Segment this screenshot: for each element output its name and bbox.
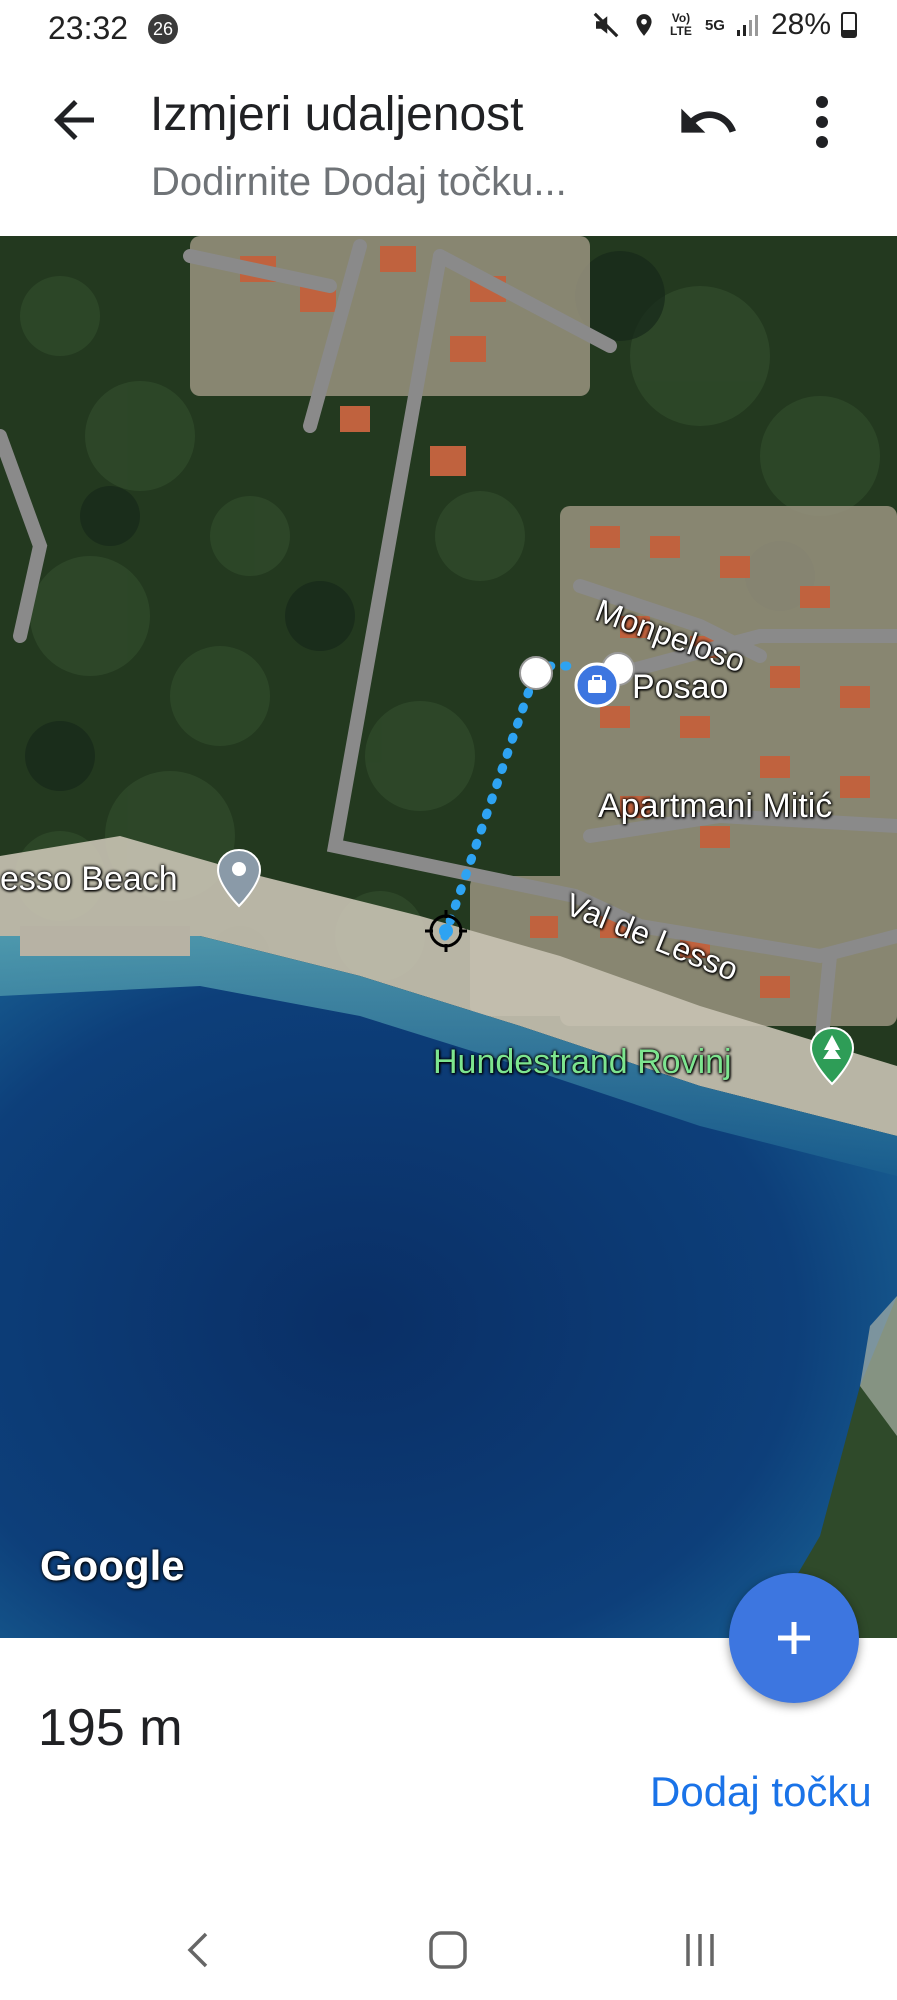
- status-bar: 23:32 26 Vo) LTE 5G 28%: [0, 0, 897, 60]
- map-label-posao[interactable]: Posao: [632, 668, 728, 707]
- waypoint-marker[interactable]: [517, 654, 555, 692]
- map-label-lesso-beach[interactable]: esso Beach: [0, 860, 178, 899]
- back-arrow-icon[interactable]: [44, 90, 104, 150]
- crosshair-start-icon[interactable]: [423, 908, 469, 954]
- park-pin-icon[interactable]: [809, 1026, 855, 1086]
- notification-count-badge: 26: [148, 14, 178, 44]
- satellite-map[interactable]: Monpeloso Posao Apartmani Mitić esso Bea…: [0, 236, 897, 1638]
- more-vert-icon[interactable]: [798, 90, 846, 154]
- 5g-icon: 5G: [704, 16, 725, 34]
- status-time: 23:32: [48, 10, 129, 46]
- add-point-button[interactable]: Dodaj točku: [650, 1768, 872, 1816]
- google-logo: Google: [40, 1542, 185, 1589]
- battery-icon: [841, 12, 857, 38]
- plus-icon: [778, 1622, 810, 1654]
- map-label-hundestrand[interactable]: Hundestrand Rovinj: [433, 1043, 732, 1082]
- signal-icon: [736, 15, 758, 36]
- battery-text: 28%: [770, 8, 831, 41]
- page-subtitle: Dodirnite Dodaj točku...: [151, 160, 567, 204]
- map-label-apartmani[interactable]: Apartmani Mitić: [598, 787, 832, 826]
- volte-icon: Vo) LTE: [670, 11, 692, 38]
- app-bar: Izmjeri udaljenost Dodirnite Dodaj točku…: [0, 60, 897, 236]
- system-nav-bar: [0, 1900, 897, 2000]
- nav-recents-icon[interactable]: [670, 1920, 730, 1980]
- distance-value: 195 m: [38, 1699, 183, 1757]
- page-title: Izmjeri udaljenost: [150, 88, 524, 141]
- work-pin-icon[interactable]: [574, 662, 620, 708]
- place-pin-icon[interactable]: [216, 848, 262, 908]
- mute-icon: [593, 12, 619, 38]
- add-point-fab[interactable]: [729, 1573, 859, 1703]
- status-icons: Vo) LTE 5G 28%: [591, 8, 857, 42]
- nav-back-icon[interactable]: [168, 1920, 228, 1980]
- location-icon: [636, 14, 652, 36]
- undo-icon[interactable]: [676, 90, 740, 154]
- nav-home-icon[interactable]: [418, 1920, 478, 1980]
